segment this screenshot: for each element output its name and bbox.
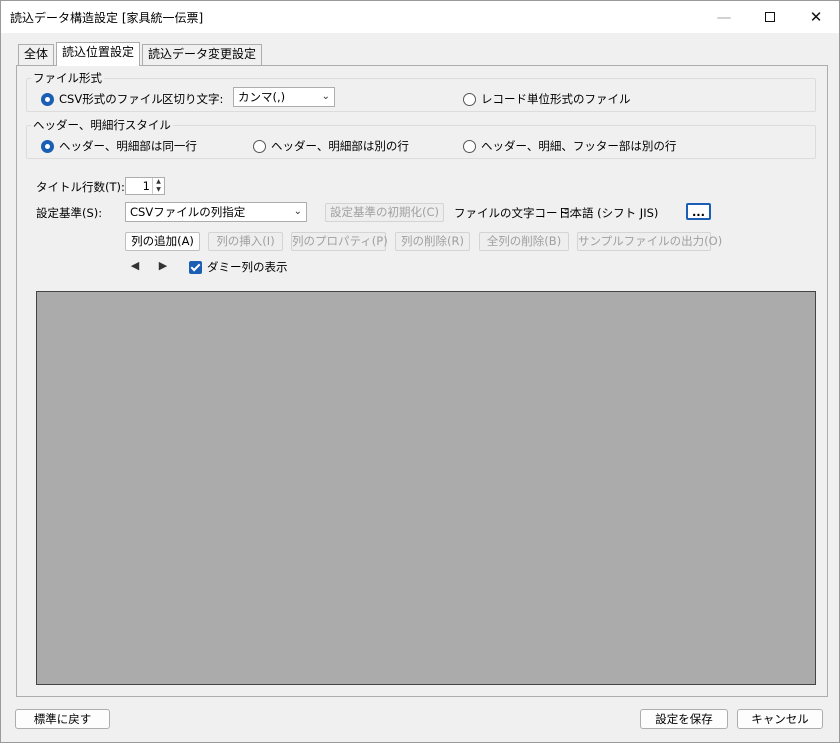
title-rows-stepper[interactable]: 1 ▲ ▼ bbox=[125, 177, 165, 195]
sample-output-button[interactable]: サンプルファイルの出力(O) bbox=[577, 232, 722, 251]
title-bar: 読込データ構造設定 [家具統一伝票] — ✕ bbox=[1, 1, 839, 33]
header-same-row-label: ヘッダー、明細部は同一行 bbox=[59, 139, 197, 153]
dialog-window: 読込データ構造設定 [家具統一伝票] — ✕ 全体 読込位置設定 読込データ変更… bbox=[0, 0, 840, 743]
delimiter-value: カンマ(,) bbox=[238, 90, 286, 104]
title-rows-value: 1 bbox=[142, 179, 150, 193]
radio-checked-icon bbox=[41, 139, 54, 153]
dummy-column-checkbox[interactable]: ダミー列の表示 bbox=[189, 259, 288, 275]
header-separate-row-radio[interactable]: ヘッダー、明細部は別の行 bbox=[253, 138, 409, 154]
record-format-radio[interactable]: レコード単位形式のファイル bbox=[463, 91, 631, 107]
checkbox-checked-icon bbox=[189, 260, 202, 274]
window-title: 読込データ構造設定 [家具統一伝票] bbox=[10, 11, 204, 25]
maximize-icon bbox=[765, 12, 775, 22]
close-icon: ✕ bbox=[809, 8, 823, 26]
prev-column-icon[interactable]: ◀ bbox=[128, 259, 142, 273]
next-column-icon[interactable]: ▶ bbox=[156, 259, 170, 273]
radio-unchecked-icon bbox=[463, 92, 476, 106]
dummy-column-label: ダミー列の表示 bbox=[207, 260, 288, 274]
csv-format-label: CSV形式のファイル bbox=[59, 92, 163, 106]
radio-checked-icon bbox=[41, 92, 54, 106]
add-column-button[interactable]: 列の追加(A) bbox=[125, 232, 200, 251]
maximize-button[interactable] bbox=[747, 1, 793, 33]
csv-format-radio[interactable]: CSV形式のファイル bbox=[41, 91, 163, 107]
spin-arrows-icon[interactable]: ▲ ▼ bbox=[152, 178, 164, 194]
basis-select[interactable]: CSVファイルの列指定 ⌄ bbox=[125, 202, 307, 222]
delimiter-select[interactable]: カンマ(,) ⌄ bbox=[233, 87, 335, 107]
header-footer-separate-label: ヘッダー、明細、フッター部は別の行 bbox=[481, 139, 677, 153]
close-button[interactable]: ✕ bbox=[793, 1, 839, 33]
basis-value: CSVファイルの列指定 bbox=[130, 205, 246, 219]
minimize-button[interactable]: — bbox=[701, 1, 747, 33]
column-grid-area[interactable] bbox=[36, 291, 816, 685]
delete-column-button[interactable]: 列の削除(R) bbox=[395, 232, 470, 251]
encoding-browse-button[interactable]: ... bbox=[686, 203, 711, 220]
cancel-button[interactable]: キャンセル bbox=[737, 709, 823, 729]
insert-column-button[interactable]: 列の挿入(I) bbox=[208, 232, 283, 251]
chevron-down-icon: ⌄ bbox=[293, 206, 302, 217]
reset-default-button[interactable]: 標準に戻す bbox=[15, 709, 110, 729]
tab-overall[interactable]: 全体 bbox=[18, 44, 55, 65]
header-same-row-radio[interactable]: ヘッダー、明細部は同一行 bbox=[41, 138, 197, 154]
init-basis-button[interactable]: 設定基準の初期化(C) bbox=[325, 203, 444, 222]
delete-all-columns-button[interactable]: 全列の削除(B) bbox=[479, 232, 569, 251]
tab-read-data-change[interactable]: 読込データ変更設定 bbox=[142, 44, 263, 65]
save-settings-button[interactable]: 設定を保存 bbox=[640, 709, 728, 729]
tab-read-position[interactable]: 読込位置設定 bbox=[56, 42, 141, 66]
file-format-group-title: ファイル形式 bbox=[31, 70, 104, 86]
chevron-down-icon: ⌄ bbox=[321, 91, 330, 102]
encoding-label: ファイルの文字コード: bbox=[454, 206, 573, 220]
radio-unchecked-icon bbox=[463, 139, 476, 153]
record-format-label: レコード単位形式のファイル bbox=[481, 92, 631, 106]
minimize-icon: — bbox=[716, 8, 732, 26]
delimiter-label: 区切り文字: bbox=[162, 92, 224, 106]
radio-unchecked-icon bbox=[253, 139, 266, 153]
encoding-value: 日本語 (シフト JIS) bbox=[559, 206, 659, 220]
header-style-group-title: ヘッダー、明細行スタイル bbox=[31, 117, 173, 133]
header-footer-separate-radio[interactable]: ヘッダー、明細、フッター部は別の行 bbox=[463, 138, 676, 154]
basis-label: 設定基準(S): bbox=[36, 206, 103, 220]
column-properties-button[interactable]: 列のプロパティ(P) bbox=[291, 232, 388, 251]
title-rows-label: タイトル行数(T): bbox=[36, 180, 125, 194]
header-separate-row-label: ヘッダー、明細部は別の行 bbox=[271, 139, 409, 153]
